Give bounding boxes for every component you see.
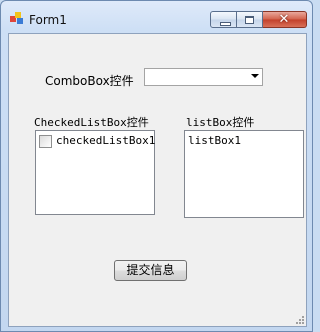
checked-list-item-label: checkedListBox1 — [56, 134, 156, 147]
chevron-down-icon[interactable] — [251, 74, 259, 78]
minimize-button[interactable] — [210, 11, 237, 28]
list-box[interactable]: listBox1 — [184, 130, 304, 218]
list-item[interactable]: listBox1 — [188, 134, 241, 147]
listbox-label: listBox控件 — [186, 116, 255, 129]
window-title: Form1 — [29, 13, 67, 27]
maximize-icon — [245, 16, 254, 24]
combobox[interactable] — [144, 68, 263, 86]
checkbox[interactable] — [39, 135, 52, 148]
maximize-button[interactable] — [237, 11, 263, 28]
close-icon: ✕ — [278, 12, 290, 27]
resize-grip-icon[interactable] — [294, 314, 304, 324]
combobox-label: ComboBox控件 — [45, 74, 134, 88]
title-bar[interactable]: Form1 ✕ — [1, 1, 312, 33]
submit-button[interactable]: 提交信息 — [114, 260, 187, 281]
form-client-area: ComboBox控件 CheckedListBox控件 listBox控件 ch… — [8, 33, 307, 327]
form1-window: Form1 ✕ ComboBox控件 CheckedListBox控件 list… — [0, 0, 313, 332]
checkedlistbox-label: CheckedListBox控件 — [34, 116, 149, 129]
close-button[interactable]: ✕ — [263, 11, 307, 28]
checked-list-box[interactable]: checkedListBox1 — [35, 130, 155, 215]
minimize-icon — [220, 22, 231, 26]
app-icon — [10, 12, 23, 24]
